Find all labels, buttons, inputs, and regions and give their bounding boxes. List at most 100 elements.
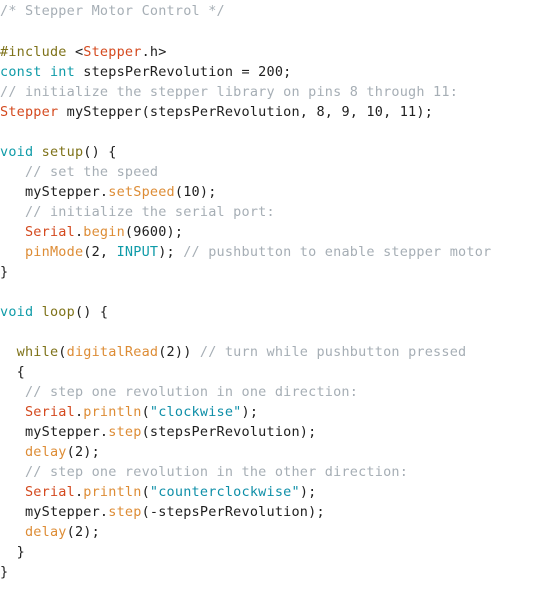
code-line[interactable]: void loop() { — [0, 302, 541, 322]
code-token-plain: (stepsPerRevolution); — [141, 424, 317, 440]
code-token-comment: // step one revolution in one direction: — [24, 384, 359, 400]
code-token-comment: // step one revolution in the other dire… — [24, 464, 409, 480]
code-token-comment: /* Stepper Motor Control */ — [0, 3, 225, 19]
code-line[interactable]: delay(2); — [0, 522, 541, 542]
code-token-plain: } — [0, 564, 9, 580]
code-token-comment: // turn while pushbutton pressed — [199, 344, 467, 360]
code-line[interactable]: } — [0, 562, 541, 582]
code-token-plain: ( — [141, 404, 150, 420]
code-token-plain: myStepper. — [0, 184, 109, 200]
code-token-keyword: const — [0, 64, 42, 80]
code-line[interactable]: { — [0, 362, 541, 382]
code-line[interactable]: // set the speed — [0, 162, 541, 182]
code-token-plain: } — [0, 264, 9, 280]
code-line[interactable]: myStepper.step(-stepsPerRevolution); — [0, 502, 541, 522]
code-token-plain: } — [0, 544, 25, 560]
code-token-method: println — [83, 404, 142, 420]
code-token-function: setup — [41, 144, 84, 160]
code-token-method: println — [83, 484, 142, 500]
code-token-type: Serial — [24, 484, 75, 500]
code-token-method: pinMode — [24, 244, 84, 260]
code-token-method: step — [108, 504, 142, 520]
code-line[interactable] — [0, 22, 541, 42]
code-token-plain: myStepper. — [0, 504, 109, 520]
code-token-plain: (-stepsPerRevolution); — [141, 504, 325, 520]
code-line[interactable]: /* Stepper Motor Control */ — [0, 0, 541, 22]
code-token-comment: // pushbutton to enable stepper motor — [183, 244, 492, 260]
code-token-method: delay — [24, 524, 67, 540]
code-line[interactable] — [0, 322, 541, 342]
code-token-keyword: void — [0, 304, 34, 320]
code-token-plain: ( — [58, 344, 67, 360]
code-line[interactable] — [0, 282, 541, 302]
code-token-plain: (2)) — [158, 344, 200, 360]
code-token-plain: ); — [241, 404, 259, 420]
code-line[interactable]: } — [0, 262, 541, 282]
code-token-keyword: int — [49, 64, 75, 80]
code-token-preproc: #include — [0, 44, 67, 60]
code-line[interactable]: Serial.begin(9600); — [0, 222, 541, 242]
code-line[interactable]: // step one revolution in one direction: — [0, 382, 541, 402]
code-token-plain: .h> — [141, 44, 167, 60]
code-line[interactable]: Serial.println("counterclockwise"); — [0, 482, 541, 502]
code-line[interactable]: // step one revolution in the other dire… — [0, 462, 541, 482]
code-token-string: "clockwise" — [149, 404, 242, 420]
code-token-plain: myStepper. — [0, 424, 109, 440]
code-token-plain: (2); — [66, 444, 100, 460]
code-line[interactable]: pinMode(2, INPUT); // pushbutton to enab… — [0, 242, 541, 262]
code-token-method: setSpeed — [108, 184, 175, 200]
code-token-string: "counterclockwise" — [149, 484, 300, 500]
code-line[interactable]: // initialize the stepper library on pin… — [0, 82, 541, 102]
code-token-method: delay — [24, 444, 67, 460]
code-token-plain: stepsPerRevolution = 200; — [74, 64, 292, 80]
code-token-plain: (10); — [174, 184, 217, 200]
code-line[interactable] — [0, 122, 541, 142]
code-line[interactable]: #include <Stepper.h> — [0, 42, 541, 62]
code-token-method: digitalRead — [66, 344, 159, 360]
code-token-plain: ( — [141, 484, 150, 500]
code-line[interactable]: myStepper.setSpeed(10); — [0, 182, 541, 202]
code-line[interactable]: myStepper.step(stepsPerRevolution); — [0, 422, 541, 442]
code-token-plain: (2, — [83, 244, 117, 260]
code-token-type: Serial — [24, 404, 75, 420]
code-line[interactable]: Stepper myStepper(stepsPerRevolution, 8,… — [0, 102, 541, 122]
code-token-plain: ); — [299, 484, 317, 500]
code-line[interactable]: while(digitalRead(2)) // turn while push… — [0, 342, 541, 362]
code-token-function: loop — [41, 304, 75, 320]
code-token-method: begin — [83, 224, 125, 240]
code-token-method: step — [108, 424, 142, 440]
code-line[interactable]: void setup() { — [0, 142, 541, 162]
code-editor[interactable]: /* Stepper Motor Control */ #include <St… — [0, 0, 541, 606]
code-token-plain: () { — [74, 304, 109, 320]
code-token-plain: () { — [83, 144, 117, 160]
code-line[interactable]: } — [0, 542, 541, 562]
code-token-keyword: INPUT — [116, 244, 159, 260]
code-token-type: Stepper — [0, 104, 59, 120]
code-line[interactable]: // initialize the serial port: — [0, 202, 541, 222]
code-token-plain: (9600); — [124, 224, 184, 240]
code-lines-container: /* Stepper Motor Control */ #include <St… — [0, 0, 541, 582]
code-line[interactable]: delay(2); — [0, 442, 541, 462]
code-token-comment: // initialize the serial port: — [24, 204, 275, 220]
code-line[interactable]: const int stepsPerRevolution = 200; — [0, 62, 541, 82]
code-token-plain: (2); — [66, 524, 100, 540]
code-token-plain: ); — [158, 244, 184, 260]
code-token-plain: < — [66, 44, 84, 60]
code-line[interactable]: Serial.println("clockwise"); — [0, 402, 541, 422]
code-token-function: while — [16, 344, 59, 360]
code-token-plain: myStepper(stepsPerRevolution, 8, 9, 10, … — [58, 104, 434, 120]
